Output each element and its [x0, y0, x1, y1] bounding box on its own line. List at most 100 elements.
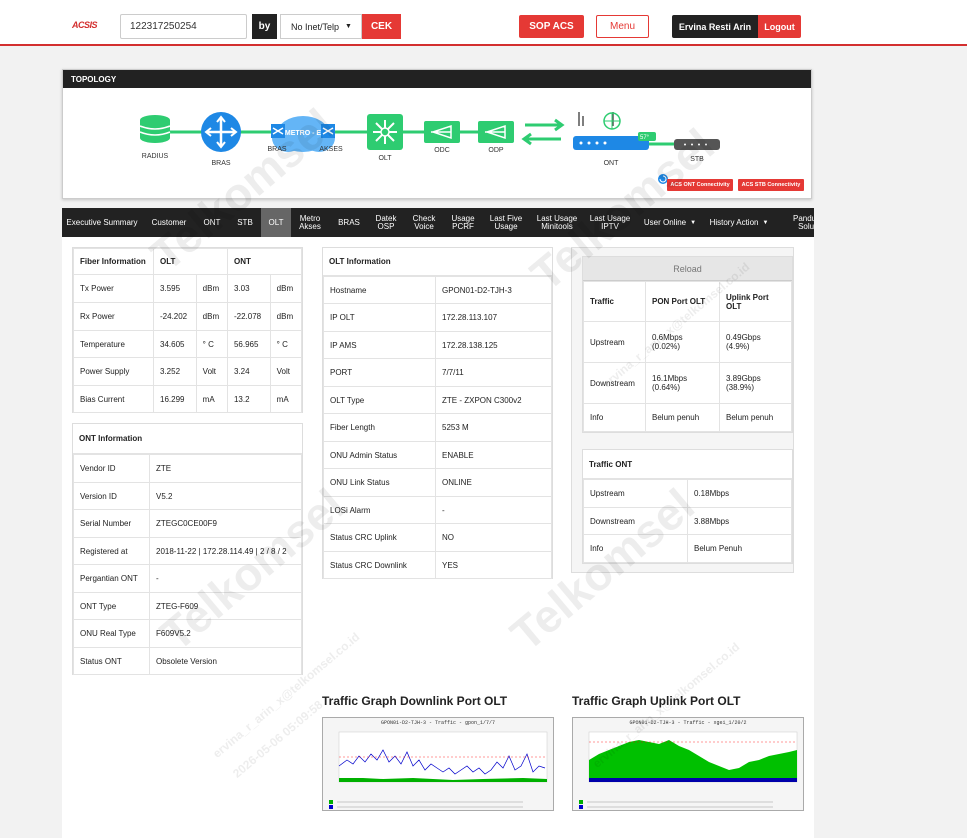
- table-row: PORT 7/7/11: [323, 358, 552, 387]
- topology-title: TOPOLOGY: [63, 70, 811, 88]
- table-row: Serial Number ZTEGC0CE00F9: [73, 509, 302, 538]
- odc-icon: [424, 121, 460, 143]
- traffic-ont-label: Downstream: [583, 507, 688, 535]
- olt-information-table: Hostname GPON01-D2-TJH-3 IP OLT 172.28.113…: [323, 276, 552, 579]
- fiber-olt-value: 3.252: [153, 357, 197, 386]
- caret-down-icon: ▼: [762, 219, 769, 226]
- fiber-ont-unit: ° C: [269, 330, 303, 358]
- pon-value: 16.1Mbps (0.64%): [645, 362, 720, 404]
- user-online-label: User Online: [643, 217, 687, 227]
- traffic-ont-value: 3.88Mbps: [687, 507, 792, 535]
- uplink-rate: 3.89Gbps: [726, 374, 761, 383]
- table-row: Registered at 2018-11-22 | 172.28.114.49 …: [73, 537, 302, 565]
- user-name: Ervina Resti Arin: [672, 15, 758, 38]
- tab-customer[interactable]: Customer: [144, 208, 194, 237]
- table-row: Downstream 3.88Mbps: [583, 507, 792, 535]
- menu-button[interactable]: Menu: [596, 15, 649, 38]
- app-logo[interactable]: ACSIS: [72, 20, 98, 30]
- ont-info-value: V5.2: [149, 482, 302, 510]
- downlink-traffic-graph[interactable]: GPON01-D2-TJH-3 - Traffic - gpon_1/7/7: [322, 717, 554, 811]
- fiber-ont-value: 13.2: [226, 385, 271, 413]
- olt-info-value: ZTE - ZXPON C300v2: [435, 386, 552, 414]
- ont-info-value: ZTEG-F609: [149, 592, 302, 620]
- olt-info-label: Fiber Length: [323, 413, 436, 442]
- traffic-ont-value: Belum Penuh: [687, 534, 792, 563]
- olt-info-value: GPON01-D2-TJH-3: [435, 276, 552, 304]
- tab-bras[interactable]: BRAS: [332, 208, 366, 237]
- tab-datek-osp[interactable]: Datek OSP: [369, 208, 403, 237]
- olt-info-label: PORT: [323, 358, 436, 387]
- table-row: ONT Type ZTEG-F609: [73, 592, 302, 620]
- logout-button[interactable]: Logout: [758, 15, 801, 38]
- tab-stb[interactable]: STB: [230, 208, 260, 237]
- olt-info-label: IP AMS: [323, 331, 436, 359]
- radius-icon: [139, 115, 171, 143]
- uplink-traffic-graph[interactable]: GPON01-D2-TJH-3 - Traffic - xgei_1/20/2: [572, 717, 804, 811]
- fiber-ont-value: 3.03: [226, 274, 271, 303]
- uplink-info: Belum penuh: [719, 403, 792, 432]
- table-row: ONU Real Type F609V5.2: [73, 619, 302, 648]
- fiber-olt-unit: mA: [195, 385, 228, 413]
- search-input[interactable]: [120, 14, 247, 39]
- search-type-select[interactable]: No Inet/Telp ▼: [280, 14, 362, 39]
- pon-port-header: PON Port OLT: [645, 281, 720, 322]
- olt-info-label: IP OLT: [323, 303, 436, 332]
- tab-last-five-usage[interactable]: Last Five Usage: [485, 208, 527, 237]
- tab-check-voice[interactable]: Check Voice: [407, 208, 441, 237]
- by-label: by: [252, 14, 277, 39]
- olt-info-label: Status CRC Downlink: [323, 551, 436, 579]
- table-row: LOSi Alarm -: [323, 496, 552, 524]
- fiber-ont-value: 56.965: [226, 330, 271, 358]
- odc-label: ODC: [434, 147, 450, 154]
- traffic-ont-label: Upstream: [583, 479, 688, 508]
- history-action-label: History Action: [709, 217, 759, 227]
- fiber-label: Tx Power: [73, 274, 154, 303]
- olt-info-value: 172.28.138.125: [435, 331, 552, 359]
- table-row: Status CRC Uplink NO: [323, 523, 552, 552]
- fiber-olt-value: -24.202: [153, 302, 197, 331]
- table-row: Version ID V5.2: [73, 482, 302, 510]
- table-row: Bias Current 16.299 mA 13.2 mA: [73, 385, 303, 413]
- table-row: Upstream 0.18Mbps: [583, 479, 792, 508]
- olt-info-label: ONU Admin Status: [323, 441, 436, 469]
- acs-stb-connectivity-button[interactable]: ACS STB Connectivity: [738, 179, 804, 191]
- olt-info-value: YES: [435, 551, 552, 579]
- table-row: Upstream 0.6Mbps (0.02%) 0.49Gbps (4.9%): [583, 321, 792, 363]
- table-row: Status ONT Obsolete Version: [73, 647, 302, 675]
- tab-last-usage-iptv[interactable]: Last Usage IPTV: [585, 208, 635, 237]
- caret-down-icon: ▼: [690, 219, 697, 226]
- tab-usage-pcrf[interactable]: Usage PCRF: [446, 208, 480, 237]
- table-row: IP OLT 172.28.113.107: [323, 303, 552, 332]
- fiber-ont-value: -22.078: [226, 302, 271, 331]
- tab-history-action[interactable]: History Action ▼: [704, 208, 774, 237]
- olt-info-value: -: [435, 496, 552, 524]
- sop-acs-button[interactable]: SOP ACS: [519, 15, 584, 38]
- bras-label: BRAS: [211, 160, 231, 167]
- tab-user-online[interactable]: User Online ▼: [640, 208, 700, 237]
- ont-temperature-badge: 57°: [640, 135, 650, 141]
- fiber-label: Bias Current: [73, 385, 154, 413]
- odp-icon: [478, 121, 514, 143]
- tab-ont[interactable]: ONT: [197, 208, 227, 237]
- olt-info-value: 7/7/11: [435, 358, 552, 387]
- reload-button[interactable]: Reload: [583, 257, 792, 281]
- olt-info-label: ONU Link Status: [323, 468, 436, 497]
- table-row: OLT Type ZTE - ZXPON C300v2: [323, 386, 552, 414]
- tab-olt[interactable]: OLT: [261, 208, 291, 237]
- tab-metro-akses[interactable]: Metro Akses: [293, 208, 327, 237]
- tab-executive-summary[interactable]: Executive Summary: [62, 208, 142, 237]
- ont-info-label: Version ID: [73, 482, 150, 510]
- fiber-olt-unit: dBm: [195, 302, 228, 331]
- traffic-ont-label: Info: [583, 534, 688, 563]
- ont-router-icon: [573, 112, 656, 150]
- acs-ont-connectivity-button[interactable]: ACS ONT Connectivity: [667, 179, 733, 191]
- traffic-panel: Reload Traffic PON Port OLT Uplink Port …: [571, 247, 794, 573]
- top-header: ACSIS by No Inet/Telp ▼ CEK SOP ACS Menu…: [0, 0, 967, 46]
- table-row: Temperature 34.605 ° C 56.965 ° C: [73, 330, 303, 358]
- fiber-olt-value: 16.299: [153, 385, 197, 413]
- cek-button[interactable]: CEK: [362, 14, 401, 39]
- bras-router-icon: [201, 112, 241, 152]
- tab-panduan-solusi[interactable]: Panduan Solusi: [778, 208, 814, 237]
- ont-info-label: Status ONT: [73, 647, 150, 675]
- tab-last-usage-minitools[interactable]: Last Usage Minitools: [532, 208, 582, 237]
